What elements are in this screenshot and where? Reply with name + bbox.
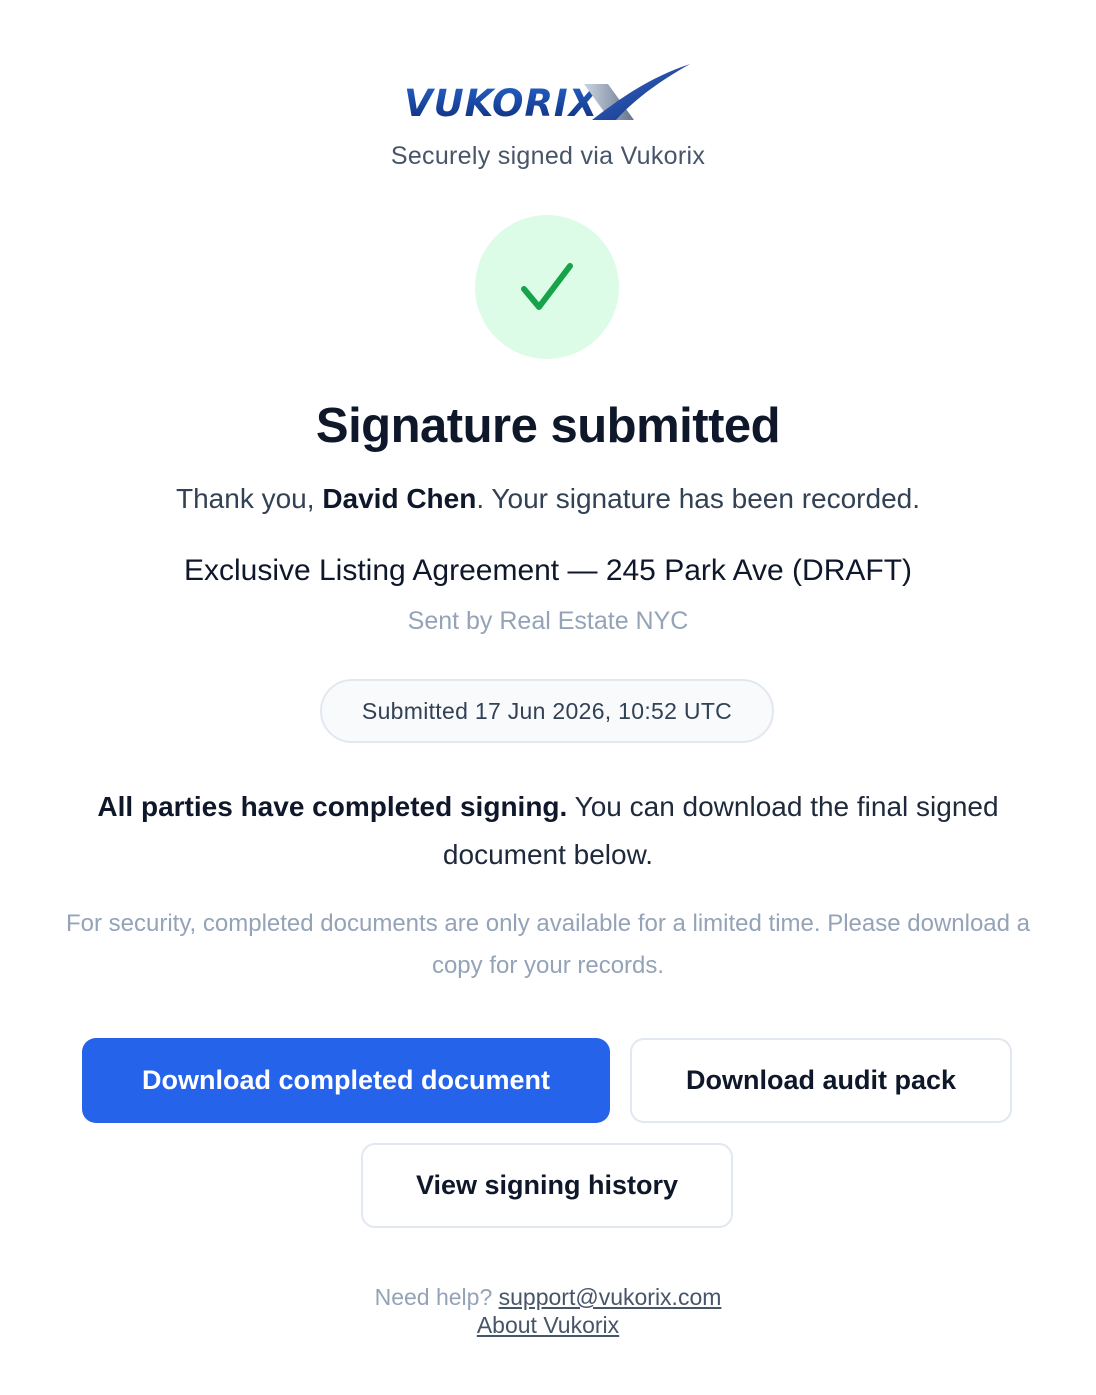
- thanks-prefix: Thank you,: [176, 483, 323, 514]
- success-badge: [475, 215, 619, 359]
- download-audit-pack-button[interactable]: Download audit pack: [630, 1038, 1012, 1123]
- support-email-link[interactable]: support@vukorix.com: [499, 1284, 722, 1310]
- check-icon: [521, 263, 573, 310]
- about-line: About Vukorix: [0, 1312, 1096, 1339]
- page-title: Signature submitted: [315, 399, 781, 453]
- help-line: Need help? support@vukorix.com: [0, 1284, 1096, 1311]
- download-completed-document-button[interactable]: Download completed document: [82, 1038, 610, 1123]
- completion-message: All parties have completed signing. You …: [0, 783, 1096, 879]
- thank-you-message: Thank you, David Chen. Your signature ha…: [0, 483, 1096, 515]
- sender-label: Sent by Real Estate NYC: [407, 607, 689, 635]
- tagline: Securely signed via Vukorix: [390, 142, 706, 170]
- submitted-timestamp-badge: Submitted 17 Jun 2026, 10:52 UTC: [320, 679, 774, 743]
- help-prefix: Need help?: [374, 1284, 499, 1310]
- completion-bold: All parties have completed signing.: [97, 791, 568, 822]
- about-vukorix-link[interactable]: About Vukorix: [477, 1312, 619, 1338]
- document-title: Exclusive Listing Agreement — 245 Park A…: [183, 554, 913, 587]
- vukorix-logo: VUKORIX: [398, 60, 698, 128]
- signature-confirmation-page: VUKORIX Securely signed via Vukorix Sign…: [0, 0, 1096, 1395]
- signer-name: David Chen: [322, 483, 477, 514]
- view-signing-history-button[interactable]: View signing history: [361, 1143, 733, 1228]
- logo-wordmark: VUKORIX: [404, 82, 599, 125]
- logo-x-swoosh-icon: [584, 64, 690, 120]
- security-note: For security, completed documents are on…: [65, 910, 1031, 979]
- thanks-suffix: . Your signature has been recorded.: [476, 483, 920, 514]
